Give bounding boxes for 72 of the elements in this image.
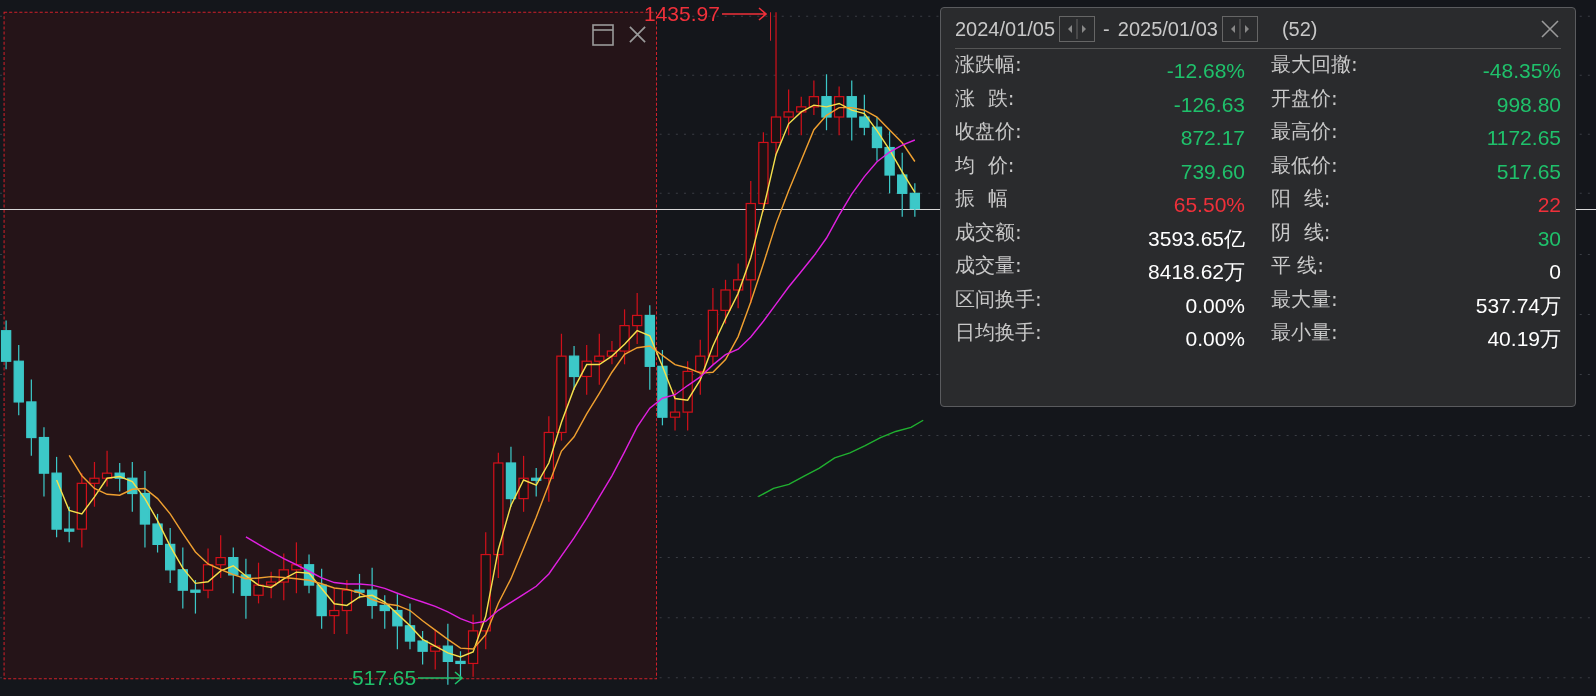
candlestick (165, 527, 176, 584)
candlestick (215, 534, 226, 579)
stat-value: 537.74万 (1475, 292, 1561, 319)
stat-label: 区间换手: (955, 285, 1042, 312)
stat-label: 振 幅 (955, 185, 1008, 211)
candlestick (177, 546, 188, 610)
date-stepper[interactable] (1221, 16, 1258, 42)
stat-value: 65.50% (1173, 192, 1245, 218)
candlestick (796, 96, 807, 136)
stat-label: 日均换手: (955, 319, 1042, 345)
candlestick (329, 587, 340, 635)
stat-label: 涨跌幅: (955, 51, 1022, 77)
candlestick (0, 319, 12, 370)
stat-value: 0 (1549, 259, 1561, 285)
candlestick (884, 130, 895, 194)
candlestick (101, 450, 113, 487)
stat-label: 均 价: (955, 151, 1015, 178)
candlestick (859, 94, 870, 136)
stat-label: 平 线: (1271, 252, 1325, 278)
candlestick (871, 116, 883, 162)
stat-label: 成交额: (955, 218, 1022, 245)
stat-value: -12.68% (1166, 58, 1245, 84)
candlestick (417, 630, 428, 666)
end-date: 2025/01/03 (1117, 17, 1218, 41)
stat-value: -48.35% (1482, 58, 1561, 84)
close-button[interactable] (1539, 18, 1561, 40)
stat-label: 成交量: (955, 252, 1022, 278)
stat-value: 3593.65亿 (1148, 225, 1245, 252)
candlestick (291, 541, 302, 594)
stat-value: 0.00% (1185, 326, 1245, 352)
stat-value: 517.65 (1496, 158, 1561, 185)
candlestick (13, 344, 24, 416)
stat-label: 最低价: (1271, 151, 1338, 178)
stat-label: 阳 线: (1271, 185, 1331, 211)
stat-label: 收盘价: (955, 118, 1022, 144)
candlestick (518, 455, 529, 513)
stat-value: -126.63 (1173, 91, 1245, 118)
candlestick (114, 462, 125, 493)
stat-value: 0.00% (1185, 292, 1245, 319)
stat-label: 涨 跌: (955, 84, 1015, 111)
date-separator: - (1103, 17, 1110, 41)
stat-value: 22 (1537, 192, 1561, 218)
stat-label: 最大回撤: (1271, 51, 1358, 77)
stat-label: 开盘价: (1271, 84, 1338, 111)
bar-count: (52) (1281, 17, 1318, 41)
arrow-icon (418, 671, 465, 685)
start-date: 2024/01/05 (955, 17, 1056, 41)
stat-value: 40.19万 (1487, 326, 1561, 352)
stat-value: 872.17 (1180, 125, 1245, 151)
candlestick (833, 85, 845, 136)
arrow-icon (721, 7, 768, 21)
stat-label: 阴 线: (1271, 218, 1331, 245)
stat-value: 8418.62万 (1148, 259, 1245, 285)
stat-label: 最高价: (1271, 118, 1338, 144)
date-stepper[interactable] (1059, 16, 1096, 42)
candlestick (228, 546, 239, 594)
low-price-label: 517.65 (352, 666, 417, 690)
candlestick (38, 426, 50, 498)
high-price-label: 1435.97 (644, 2, 720, 26)
stat-value: 739.60 (1180, 158, 1245, 185)
candlestick (846, 79, 857, 142)
candlestick (581, 344, 592, 396)
candlestick (695, 339, 706, 396)
stat-value: 30 (1537, 225, 1561, 252)
close-icon[interactable] (628, 25, 647, 44)
stat-value: 998.80 (1496, 91, 1561, 118)
stat-label: 最大量: (1271, 285, 1338, 312)
stat-label: 最小量: (1271, 319, 1338, 345)
candlestick (404, 602, 416, 650)
stat-value: 1172.65 (1486, 125, 1561, 151)
candlestick (392, 593, 403, 650)
maximize-icon[interactable] (592, 24, 614, 46)
